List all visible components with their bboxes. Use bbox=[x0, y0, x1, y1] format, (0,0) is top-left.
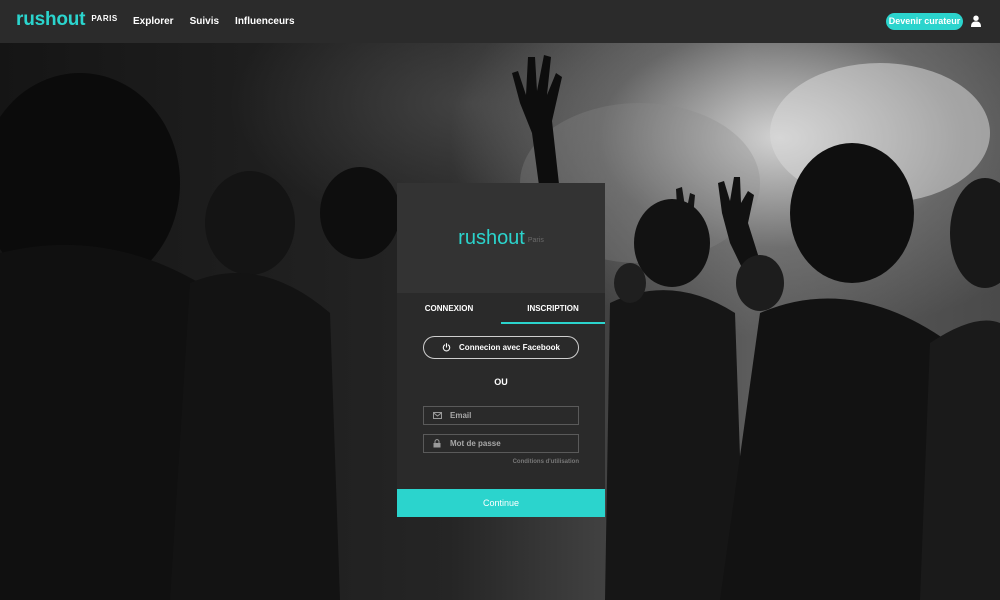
brand-name: rushout bbox=[16, 9, 86, 30]
facebook-login-button[interactable]: Connecion avec Facebook bbox=[423, 336, 579, 359]
lock-icon bbox=[424, 435, 450, 452]
tab-connexion[interactable]: CONNEXION bbox=[397, 293, 501, 325]
brand-city: PARIS bbox=[91, 14, 118, 23]
nav-suivis[interactable]: Suivis bbox=[190, 16, 219, 27]
power-icon bbox=[442, 343, 451, 352]
top-nav-bar: rushout PARIS Explorer Suivis Influenceu… bbox=[0, 0, 1000, 43]
terms-link[interactable]: Conditions d'utilisation bbox=[513, 459, 579, 465]
continue-button[interactable]: Continue bbox=[397, 489, 605, 517]
brand-logo[interactable]: rushout PARIS bbox=[16, 9, 118, 31]
modal-header: rushout Paris bbox=[397, 183, 605, 293]
main-nav: Explorer Suivis Influenceurs bbox=[133, 16, 295, 27]
mail-icon bbox=[424, 407, 450, 424]
auth-modal: rushout Paris CONNEXION INSCRIPTION Conn… bbox=[397, 183, 605, 517]
password-field[interactable] bbox=[423, 434, 579, 453]
tab-inscription[interactable]: INSCRIPTION bbox=[501, 293, 605, 324]
or-divider: OU bbox=[494, 377, 508, 387]
modal-logo: rushout bbox=[458, 226, 525, 249]
password-input[interactable] bbox=[450, 439, 578, 448]
email-input[interactable] bbox=[450, 411, 578, 420]
user-icon[interactable] bbox=[971, 15, 981, 27]
nav-influenceurs[interactable]: Influenceurs bbox=[235, 16, 294, 27]
devenir-curateur-button[interactable]: Devenir curateur bbox=[886, 13, 963, 30]
modal-logo-city: Paris bbox=[527, 236, 544, 244]
auth-tabs: CONNEXION INSCRIPTION bbox=[397, 293, 605, 325]
facebook-login-label: Connecion avec Facebook bbox=[459, 343, 560, 352]
email-field[interactable] bbox=[423, 406, 579, 425]
nav-explorer[interactable]: Explorer bbox=[133, 16, 174, 27]
